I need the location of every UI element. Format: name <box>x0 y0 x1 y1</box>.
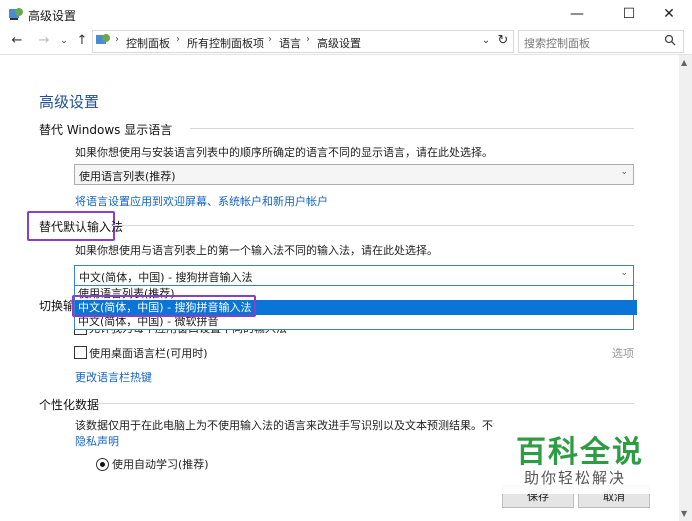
highlight-annotation <box>72 295 256 317</box>
page-title: 高级设置 <box>39 93 100 111</box>
search-icon[interactable] <box>664 34 676 46</box>
control-panel-icon <box>9 8 23 20</box>
close-button[interactable]: ✕ <box>646 0 692 28</box>
breadcrumb-separator: › <box>268 34 272 45</box>
display-language-section-title: 替代 Windows 显示语言 <box>39 123 173 137</box>
options-link[interactable]: 选项 <box>612 345 634 361</box>
recent-chevron-icon[interactable]: ⌄ <box>56 33 72 49</box>
display-language-description: 如果你想使用与安装语言列表中的顺序所确定的语言不同的显示语言，请在此处选择。 <box>75 146 493 159</box>
watermark-tagline: 助你轻松解决 <box>524 469 627 487</box>
divider <box>99 403 634 404</box>
breadcrumb-language[interactable]: 语言 <box>279 35 301 51</box>
control-panel-icon <box>96 34 110 44</box>
breadcrumb-separator: › <box>176 34 180 45</box>
forward-icon[interactable]: → <box>36 33 52 49</box>
breadcrumb-control-panel[interactable]: 控制面板 <box>126 35 170 51</box>
auto-learning-radio[interactable] <box>96 458 109 471</box>
chevron-down-icon: ⌄ <box>620 268 628 278</box>
vertical-scrollbar[interactable] <box>679 55 692 521</box>
scroll-up-icon[interactable]: ▲ <box>681 58 687 67</box>
window-title: 高级设置 <box>28 9 77 23</box>
refresh-icon[interactable]: ↻ <box>495 33 511 49</box>
divider <box>190 128 634 129</box>
input-method-description: 如果你想使用与语言列表上的第一个输入法不同的输入法，请在此处选择。 <box>75 244 438 257</box>
display-language-select[interactable]: 使用语言列表(推荐) ⌄ <box>74 164 634 185</box>
input-method-value: 中文(简体，中国) - 搜狗拼音输入法 <box>79 271 253 284</box>
input-method-section-title: 替代默认输入法 <box>39 220 124 234</box>
breadcrumb-all-items[interactable]: 所有控制面板项 <box>187 35 264 51</box>
divider <box>113 225 634 226</box>
breadcrumb-separator: › <box>115 34 119 45</box>
personalization-section-title: 个性化数据 <box>39 398 100 412</box>
apply-to-welcome-screen-link[interactable]: 将语言设置应用到欢迎屏幕、系统帐户和新用户帐户 <box>75 193 328 209</box>
address-dropdown-icon[interactable]: ⌄ <box>478 33 494 49</box>
chevron-down-icon: ⌄ <box>620 167 628 177</box>
watermark-logo-text: 百科全说 <box>516 435 644 470</box>
up-icon[interactable]: ↑ <box>74 33 90 49</box>
minimize-button[interactable]: — <box>554 0 600 28</box>
input-method-select[interactable]: 中文(简体，中国) - 搜狗拼音输入法 ⌄ <box>74 265 634 286</box>
breadcrumb-advanced[interactable]: 高级设置 <box>317 35 361 51</box>
back-icon[interactable]: ← <box>9 33 25 49</box>
personalization-description: 该数据仅用于在此电脑上为不使用输入法的语言来改进手写识别以及文本预测结果。不会将 <box>75 419 495 432</box>
breadcrumb-separator: › <box>306 34 310 45</box>
desktop-language-bar-label: 使用桌面语言栏(可用时) <box>89 347 208 360</box>
radio-selected-dot <box>100 462 105 467</box>
search-input[interactable]: 搜索控制面板 <box>524 35 590 51</box>
auto-learning-label: 使用自动学习(推荐) <box>112 458 209 471</box>
privacy-statement-link[interactable]: 隐私声明 <box>75 433 119 449</box>
change-hotkeys-link[interactable]: 更改语言栏热键 <box>75 369 152 385</box>
desktop-language-bar-checkbox[interactable] <box>74 346 87 359</box>
display-language-value: 使用语言列表(推荐) <box>79 170 176 183</box>
scroll-down-icon[interactable]: ▼ <box>681 509 687 518</box>
switch-input-section-title: 切换输 <box>39 299 76 313</box>
